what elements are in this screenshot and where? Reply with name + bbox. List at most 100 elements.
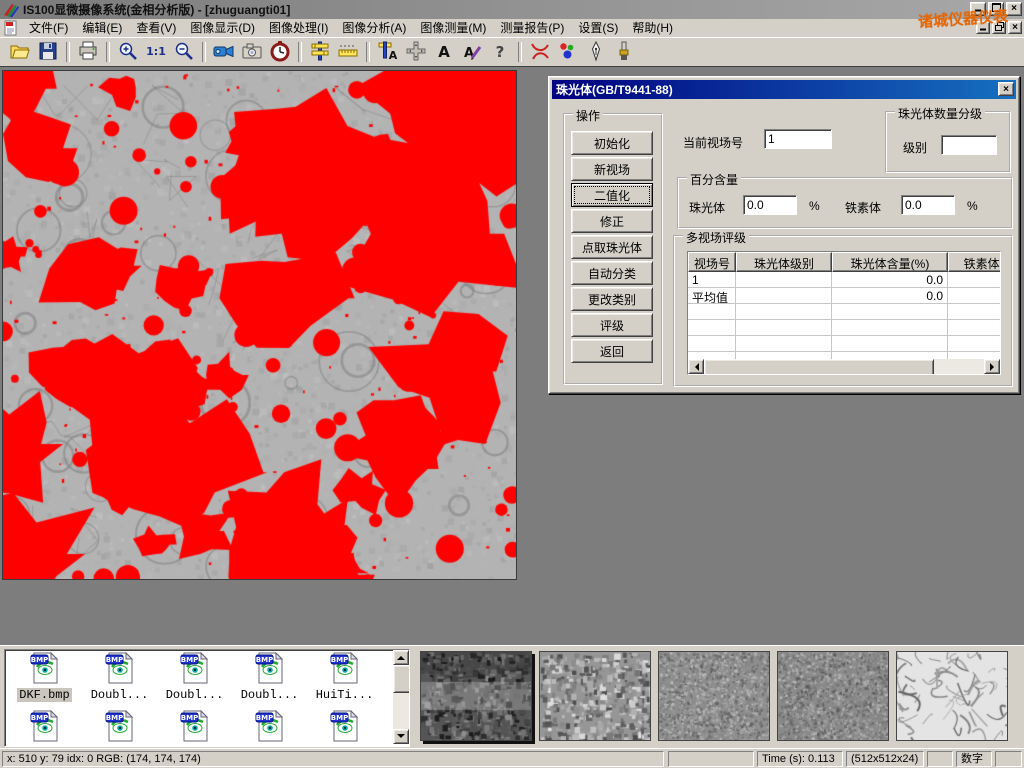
save-icon xyxy=(37,40,59,65)
curve-tool-button[interactable] xyxy=(527,40,553,64)
file-item-doubl---[interactable]: BMPDoubl... xyxy=(232,652,307,702)
mdi-restore-button[interactable] xyxy=(992,21,1006,34)
print-button[interactable] xyxy=(75,40,101,64)
file-item[interactable]: BMP xyxy=(157,710,232,745)
group-label: 百分含量 xyxy=(687,171,741,188)
table-row[interactable]: 10.0 xyxy=(688,272,1000,288)
dialog-title: 珠光体(GB/T9441-88) xyxy=(556,81,673,98)
bmp-file-icon: BMP xyxy=(255,710,285,745)
table-cell: 0.0 xyxy=(832,288,948,304)
table-row[interactable] xyxy=(688,336,1000,352)
scroll-right-arrow[interactable] xyxy=(984,359,1000,374)
table-cell xyxy=(832,336,948,352)
file-item[interactable]: BMP xyxy=(232,710,307,745)
file-name: Doubl... xyxy=(239,688,301,702)
zoom-out-button[interactable] xyxy=(171,40,197,64)
change-class-button[interactable]: 更改类别 xyxy=(571,287,653,311)
initialize-button[interactable]: 初始化 xyxy=(571,131,653,155)
menu-item-file[interactable]: 文件(F) xyxy=(22,19,75,37)
table-cell: 平均值 xyxy=(688,288,736,304)
rating-table[interactable]: 视场号珠光体级别珠光体含量(%)铁素体含量(%)10.0平均值0.0 xyxy=(687,251,1001,375)
classify-button[interactable] xyxy=(555,40,581,64)
current-field-input[interactable] xyxy=(764,129,832,149)
thumbnail-1[interactable] xyxy=(539,651,651,741)
grade-input[interactable] xyxy=(941,135,997,155)
application-window: IS100显微摄像系统(金相分析版) - [zhuguangti01] × 诸城… xyxy=(0,0,1024,768)
table-row[interactable] xyxy=(688,320,1000,336)
menu-item-settings[interactable]: 设置(S) xyxy=(571,19,625,37)
menu-item-measure-report[interactable]: 测量报告(P) xyxy=(493,19,571,37)
file-item[interactable]: BMP xyxy=(82,710,157,745)
dialog-title-bar[interactable]: 珠光体(GB/T9441-88) × xyxy=(552,80,1016,99)
close-icon: × xyxy=(1012,23,1018,33)
thumbnail-4[interactable] xyxy=(896,651,1008,741)
thumbnail-3[interactable] xyxy=(777,651,889,741)
file-item-dkf-bmp[interactable]: BMPDKF.bmp xyxy=(7,652,82,702)
annotate-button[interactable]: A xyxy=(459,40,485,64)
dialog-close-button[interactable]: × xyxy=(998,82,1014,96)
new-field-button[interactable]: 新视场 xyxy=(571,157,653,181)
triangle-right-icon xyxy=(990,363,998,371)
grading-group: 珠光体数量分级 级别 xyxy=(885,111,1011,173)
scroll-left-arrow[interactable] xyxy=(688,359,704,374)
scrollbar-track[interactable] xyxy=(393,693,409,729)
menu-item-image-measure[interactable]: 图像测量(M) xyxy=(413,19,493,37)
file-item[interactable]: BMP xyxy=(307,710,382,745)
file-item-huiti---[interactable]: BMPHuiTi... xyxy=(307,652,382,702)
correct-button[interactable]: 修正 xyxy=(571,209,653,233)
table-h-scrollbar[interactable] xyxy=(688,359,1000,374)
file-name: HuiTi... xyxy=(314,688,376,702)
status-image-size: (512x512x24) xyxy=(846,751,924,767)
menu-item-edit[interactable]: 编辑(E) xyxy=(75,19,129,37)
caliper-button[interactable] xyxy=(307,40,333,64)
rate-button[interactable]: 评级 xyxy=(571,313,653,337)
timer-button[interactable] xyxy=(267,40,293,64)
pearlite-percent-input[interactable] xyxy=(743,195,797,215)
thumbnail-2[interactable] xyxy=(658,651,770,741)
file-v-scrollbar[interactable] xyxy=(393,650,409,744)
group-label: 珠光体数量分级 xyxy=(895,105,985,122)
menu-item-help[interactable]: 帮助(H) xyxy=(625,19,680,37)
text-button[interactable]: A xyxy=(431,40,457,64)
pick-pearlite-button[interactable]: 点取珠光体 xyxy=(571,235,653,259)
file-item[interactable]: BMP xyxy=(7,710,82,745)
zoom-in-button[interactable] xyxy=(115,40,141,64)
save-button[interactable] xyxy=(35,40,61,64)
menu-item-image-process[interactable]: 图像处理(I) xyxy=(262,19,335,37)
file-item-doubl---[interactable]: BMPDoubl... xyxy=(157,652,232,702)
scroll-down-arrow[interactable] xyxy=(393,729,409,744)
auto-classify-button[interactable]: 自动分类 xyxy=(571,261,653,285)
scrollbar-thumb[interactable] xyxy=(704,359,934,375)
measure-text-button[interactable]: A xyxy=(375,40,401,64)
ruler-button[interactable] xyxy=(335,40,361,64)
metallograph-image[interactable] xyxy=(2,70,517,580)
scrollbar-track[interactable] xyxy=(934,359,984,374)
open-button[interactable] xyxy=(7,40,33,64)
move-grid-icon xyxy=(405,40,427,65)
table-row[interactable]: 平均值 0.0 xyxy=(688,288,1000,304)
thumbnail-0[interactable] xyxy=(420,651,532,741)
menu-item-view[interactable]: 查看(V) xyxy=(129,19,183,37)
menu-item-image-analysis[interactable]: 图像分析(A) xyxy=(335,19,413,37)
minimize-button[interactable] xyxy=(970,2,986,16)
scroll-up-arrow[interactable] xyxy=(393,650,409,665)
brush-button[interactable] xyxy=(611,40,637,64)
actual-size-button[interactable]: 1:1 xyxy=(143,40,169,64)
capture-button[interactable] xyxy=(239,40,265,64)
file-item-doubl---[interactable]: BMPDoubl... xyxy=(82,652,157,702)
ferrite-percent-input[interactable] xyxy=(901,195,955,215)
mdi-minimize-button[interactable] xyxy=(976,21,990,34)
move-grid-button[interactable] xyxy=(403,40,429,64)
video-camera-button[interactable] xyxy=(211,40,237,64)
return-button[interactable]: 返回 xyxy=(571,339,653,363)
picker-button[interactable] xyxy=(583,40,609,64)
close-button[interactable]: × xyxy=(1006,2,1022,16)
help-button[interactable]: ? xyxy=(487,40,513,64)
table-row[interactable] xyxy=(688,304,1000,320)
scrollbar-thumb[interactable] xyxy=(393,665,410,693)
title-bar: IS100显微摄像系统(金相分析版) - [zhuguangti01] × xyxy=(0,0,1024,19)
binarize-button[interactable]: 二值化 xyxy=(571,183,653,207)
menu-item-image-display[interactable]: 图像显示(D) xyxy=(183,19,262,37)
maximize-button[interactable] xyxy=(988,2,1004,16)
mdi-close-button[interactable]: × xyxy=(1008,21,1022,34)
